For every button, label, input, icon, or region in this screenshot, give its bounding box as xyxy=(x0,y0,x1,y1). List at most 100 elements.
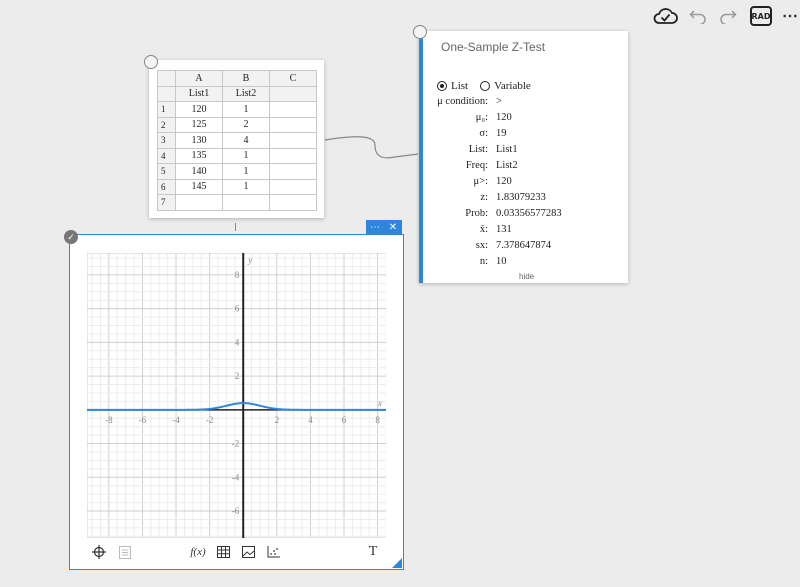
table-icon[interactable] xyxy=(216,543,230,561)
result-value[interactable]: 120 xyxy=(496,112,512,123)
y-tick-label: -2 xyxy=(232,439,240,449)
cell[interactable]: 130 xyxy=(175,132,223,149)
spreadsheet-panel[interactable]: A B C List1 List2 1 120 1 2 125 2 3 130 4 4 135… xyxy=(149,60,324,218)
result-label: x̄: xyxy=(479,224,488,235)
sheet-drag-handle[interactable] xyxy=(144,55,158,69)
scatter-plot-icon[interactable] xyxy=(266,543,280,561)
row-header xyxy=(157,85,176,102)
result-value: 7.378647874 xyxy=(496,240,552,251)
trace-crosshair-icon[interactable] xyxy=(91,543,107,561)
result-value[interactable]: List2 xyxy=(496,160,518,171)
column-header[interactable]: C xyxy=(269,70,317,87)
more-icon[interactable]: ⋯ xyxy=(778,4,800,28)
rad-icon[interactable]: RAD xyxy=(749,4,773,28)
row-header: 2 xyxy=(157,116,176,133)
result-value: 0.03356577283 xyxy=(496,208,562,219)
radio-list-label: List xyxy=(451,80,469,92)
panel-title: One-Sample Z-Test xyxy=(441,40,546,54)
cell[interactable] xyxy=(269,194,317,211)
check-icon[interactable]: ✓ xyxy=(64,230,78,244)
cell[interactable]: 1 xyxy=(222,147,270,164)
result-label: sx: xyxy=(475,240,488,251)
graph-toolbar: f(x) T xyxy=(86,543,386,561)
list-name-cell[interactable] xyxy=(269,85,317,102)
y-tick-label: 6 xyxy=(235,304,240,314)
result-value[interactable]: > xyxy=(496,96,502,107)
result-value[interactable]: 120 xyxy=(496,176,512,187)
radio-list[interactable]: List xyxy=(437,80,468,92)
result-value[interactable]: List1 xyxy=(496,144,518,155)
column-header[interactable]: A xyxy=(175,70,223,87)
cell[interactable]: 125 xyxy=(175,116,223,133)
y-tick-label: 8 xyxy=(235,270,240,280)
result-label: List: xyxy=(468,144,488,155)
hide-button[interactable]: hide xyxy=(519,272,534,281)
graph-window[interactable]: -8 -6 -4 -2 2 4 6 8 8 6 4 2 -2 -4 -6 x y xyxy=(69,234,404,570)
result-row: z: 1.83079233 xyxy=(423,192,628,208)
x-tick-label: -8 xyxy=(105,415,113,425)
cell[interactable]: 145 xyxy=(175,178,223,195)
sheet-graph-link xyxy=(235,223,236,231)
result-label: Freq: xyxy=(465,160,488,171)
result-row: List: List1 xyxy=(423,144,628,160)
function-button[interactable]: f(x) xyxy=(188,543,208,561)
x-tick-label: 6 xyxy=(342,415,347,425)
cell[interactable] xyxy=(269,116,317,133)
cell[interactable] xyxy=(269,178,317,195)
radio-variable[interactable]: Variable xyxy=(480,80,531,92)
radio-selected-icon xyxy=(437,81,447,91)
result-value: 1.83079233 xyxy=(496,192,546,203)
window-menu-icon[interactable]: ⋯ xyxy=(366,220,384,235)
cell[interactable]: 2 xyxy=(222,116,270,133)
image-icon[interactable] xyxy=(241,543,255,561)
cell[interactable]: 1 xyxy=(222,101,270,118)
result-value[interactable]: 19 xyxy=(496,128,507,139)
radio-unselected-icon xyxy=(480,81,491,91)
cell[interactable]: 1 xyxy=(222,163,270,180)
cell[interactable] xyxy=(175,194,223,211)
cell[interactable]: 140 xyxy=(175,163,223,180)
cell[interactable]: 135 xyxy=(175,147,223,164)
cell[interactable]: 120 xyxy=(175,101,223,118)
row-header: 4 xyxy=(157,147,176,164)
result-label: μ₀: xyxy=(475,112,488,123)
row-header: 1 xyxy=(157,101,176,118)
redo-icon[interactable] xyxy=(716,4,740,28)
close-icon[interactable]: ✕ xyxy=(384,220,402,235)
y-tick-label: 4 xyxy=(235,337,240,347)
x-tick-label: 8 xyxy=(375,415,380,425)
result-row: n: 10 xyxy=(423,256,628,272)
undo-icon[interactable] xyxy=(686,4,710,28)
result-label: n: xyxy=(479,256,488,267)
cell[interactable]: 4 xyxy=(222,132,270,149)
list-name-cell[interactable]: List2 xyxy=(222,85,270,102)
column-header[interactable]: B xyxy=(222,70,270,87)
cell[interactable] xyxy=(222,194,270,211)
result-row: sx: 7.378647874 xyxy=(423,240,628,256)
result-row: μ condition: > xyxy=(423,96,628,112)
text-tool-button[interactable]: T xyxy=(366,543,380,561)
cloud-check-icon[interactable] xyxy=(652,4,678,28)
result-label: μ condition: xyxy=(437,96,488,107)
x-tick-label: -4 xyxy=(172,415,180,425)
cell[interactable] xyxy=(269,163,317,180)
cell[interactable] xyxy=(269,101,317,118)
angle-mode-label: RAD xyxy=(750,6,772,26)
result-label: μ>: xyxy=(473,176,488,187)
result-label: Prob: xyxy=(465,208,488,219)
y-tick-label: 2 xyxy=(235,371,240,381)
y-axis-label: y xyxy=(247,255,252,265)
row-header: 7 xyxy=(157,194,176,211)
graph-plot[interactable]: -8 -6 -4 -2 2 4 6 8 8 6 4 2 -2 -4 -6 x y xyxy=(87,253,386,538)
list-name-cell[interactable]: List1 xyxy=(175,85,223,102)
result-value: 131 xyxy=(496,224,512,235)
z-test-panel[interactable]: One-Sample Z-Test List Variable μ condit… xyxy=(419,31,628,283)
list-icon[interactable] xyxy=(118,543,132,561)
row-header: 6 xyxy=(157,178,176,195)
cell[interactable]: 1 xyxy=(222,178,270,195)
cell[interactable] xyxy=(269,132,317,149)
ztest-drag-handle[interactable] xyxy=(413,25,427,39)
resize-corner-icon[interactable] xyxy=(392,558,402,568)
y-tick-label: -4 xyxy=(232,472,240,482)
cell[interactable] xyxy=(269,147,317,164)
